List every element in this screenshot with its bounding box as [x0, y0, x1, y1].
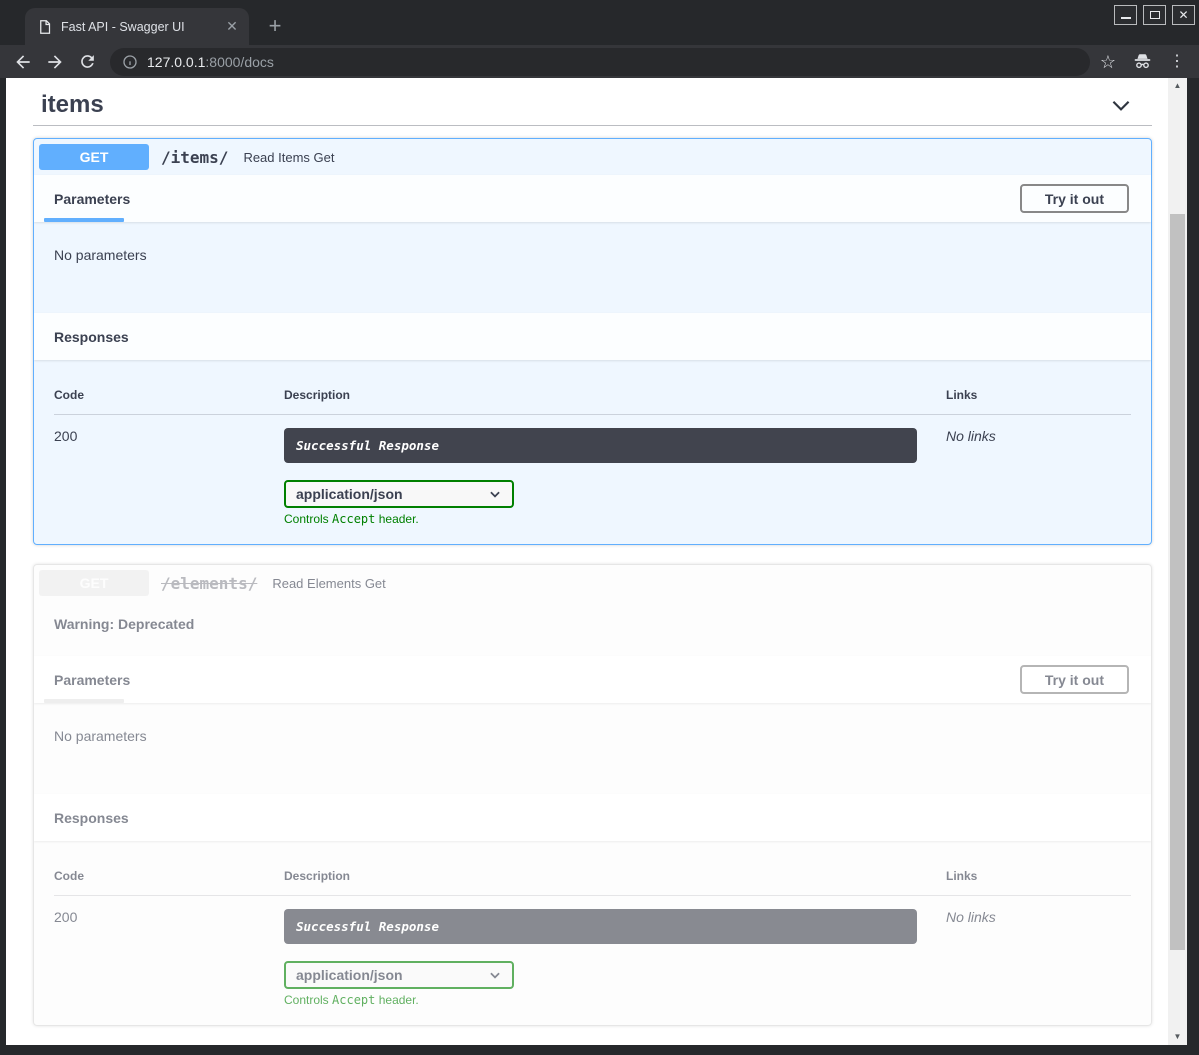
- browser-window: Fast API - Swagger UI ✕ + ✕ 127.0.0.1: [0, 0, 1199, 1055]
- controls-accept-note: Controls Accept header.: [284, 512, 946, 526]
- response-description-cell: Successful Response application/json Con…: [284, 428, 946, 526]
- scrollbar-thumb[interactable]: [1170, 214, 1185, 950]
- page-scrollbar[interactable]: ▲ ▼: [1168, 78, 1187, 1045]
- page-viewport: items GET /items/ Read Items Get Paramet…: [6, 78, 1187, 1045]
- close-button[interactable]: ✕: [1172, 5, 1195, 25]
- parameters-title: Parameters: [50, 672, 130, 688]
- responses-table-headers: Code Description Links: [54, 388, 1131, 415]
- parameters-header: Parameters Try it out: [34, 175, 1151, 222]
- controls-accept-note: Controls Accept header.: [284, 993, 946, 1007]
- method-badge: GET: [39, 570, 149, 596]
- parameters-header: Parameters Try it out: [34, 656, 1151, 703]
- swagger-content: items GET /items/ Read Items Get Paramet…: [33, 78, 1152, 1026]
- responses-table: Code Description Links 200 Successful Re…: [34, 360, 1151, 544]
- opblock-summary[interactable]: GET /items/ Read Items Get: [34, 139, 1151, 175]
- tab-title: Fast API - Swagger UI: [61, 20, 223, 34]
- responses-header: Responses: [34, 794, 1151, 841]
- collapse-chevron-icon[interactable]: [1108, 92, 1134, 118]
- endpoint-path: /elements/: [161, 574, 257, 593]
- endpoint-summary: Read Items Get: [243, 150, 334, 165]
- no-links-text: No links: [946, 909, 1131, 1007]
- opblock-get-items: GET /items/ Read Items Get Parameters Tr…: [33, 138, 1152, 545]
- endpoint-path: /items/: [161, 148, 228, 167]
- select-chevron-icon: [488, 487, 502, 501]
- active-tab-underline: [44, 699, 124, 703]
- opblock-get-elements-deprecated: GET /elements/ Read Elements Get Warning…: [33, 564, 1152, 1026]
- responses-header: Responses: [34, 313, 1151, 360]
- deprecated-warning: Warning: Deprecated: [34, 601, 1151, 656]
- tab-close-icon[interactable]: ✕: [223, 18, 241, 36]
- browser-toolbar: 127.0.0.1 :8000/docs ☆ ⋮: [0, 45, 1199, 78]
- media-type-value: application/json: [296, 967, 403, 983]
- forward-icon[interactable]: [42, 49, 68, 75]
- site-info-icon[interactable]: [122, 54, 138, 70]
- incognito-icon: [1132, 51, 1153, 72]
- response-description-bar: Successful Response: [284, 428, 917, 463]
- reload-icon[interactable]: [74, 49, 100, 75]
- code-column-header: Code: [54, 869, 284, 883]
- responses-title: Responses: [50, 810, 129, 826]
- back-icon[interactable]: [10, 49, 36, 75]
- url-host: 127.0.0.1: [147, 54, 205, 70]
- scrollbar-down-icon[interactable]: ▼: [1168, 1029, 1187, 1045]
- browser-tab[interactable]: Fast API - Swagger UI ✕: [25, 8, 249, 45]
- active-tab-underline: [44, 218, 124, 222]
- try-it-out-button[interactable]: Try it out: [1020, 665, 1129, 694]
- media-type-select[interactable]: application/json: [284, 480, 514, 508]
- address-bar[interactable]: 127.0.0.1 :8000/docs: [110, 48, 1090, 76]
- description-column-header: Description: [284, 869, 946, 883]
- no-parameters-text: No parameters: [34, 703, 1151, 794]
- tag-title: items: [41, 91, 104, 119]
- code-column-header: Code: [54, 388, 284, 402]
- status-code: 200: [54, 428, 284, 526]
- method-badge: GET: [39, 144, 149, 170]
- scrollbar-up-icon[interactable]: ▲: [1168, 78, 1187, 94]
- no-links-text: No links: [946, 428, 1131, 526]
- maximize-button[interactable]: [1143, 5, 1166, 25]
- response-row: 200 Successful Response application/json…: [54, 415, 1131, 526]
- links-column-header: Links: [946, 869, 1131, 883]
- tag-section-header[interactable]: items: [33, 86, 1152, 126]
- url-path: :8000/docs: [205, 54, 274, 70]
- media-type-value: application/json: [296, 486, 403, 502]
- response-description-bar: Successful Response: [284, 909, 917, 944]
- tab-strip: Fast API - Swagger UI ✕ + ✕: [0, 0, 1199, 45]
- new-tab-button[interactable]: +: [262, 13, 288, 39]
- links-column-header: Links: [946, 388, 1131, 402]
- response-row: 200 Successful Response application/json…: [54, 896, 1131, 1007]
- responses-table-headers: Code Description Links: [54, 869, 1131, 896]
- bookmark-star-icon[interactable]: ☆: [1100, 53, 1116, 71]
- select-chevron-icon: [488, 968, 502, 982]
- response-description-cell: Successful Response application/json Con…: [284, 909, 946, 1007]
- media-type-select[interactable]: application/json: [284, 961, 514, 989]
- browser-menu-icon[interactable]: ⋮: [1169, 54, 1185, 70]
- status-code: 200: [54, 909, 284, 1007]
- description-column-header: Description: [284, 388, 946, 402]
- responses-table: Code Description Links 200 Successful Re…: [34, 841, 1151, 1025]
- endpoint-summary: Read Elements Get: [272, 576, 385, 591]
- no-parameters-text: No parameters: [34, 222, 1151, 313]
- page-favicon-icon: [37, 19, 52, 35]
- toolbar-right-icons: ☆ ⋮: [1100, 51, 1185, 72]
- window-controls: ✕: [1114, 5, 1195, 25]
- parameters-title: Parameters: [50, 191, 130, 207]
- opblock-summary[interactable]: GET /elements/ Read Elements Get: [34, 565, 1151, 601]
- responses-title: Responses: [50, 329, 129, 345]
- try-it-out-button[interactable]: Try it out: [1020, 184, 1129, 213]
- minimize-button[interactable]: [1114, 5, 1137, 25]
